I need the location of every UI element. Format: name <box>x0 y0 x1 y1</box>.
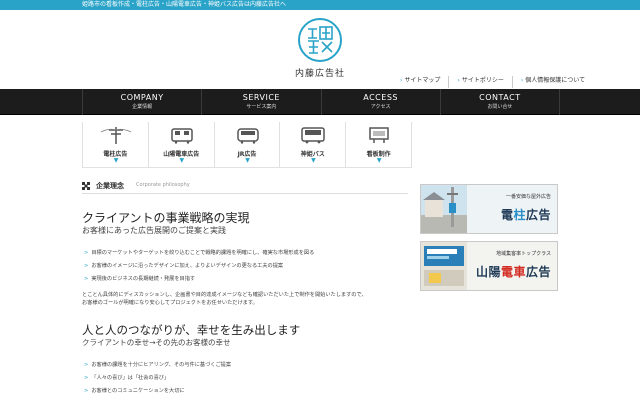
logo-glyph-icon <box>308 26 333 54</box>
top-info-bar: 姫路市の看板作成・電柱広告・山陽電車広告・神姫バス広告は内藤広告社へ <box>0 0 640 10</box>
arrow-right-icon: > <box>84 375 89 381</box>
chevron-right-icon: › <box>520 77 524 84</box>
service-nav-sanyo-train[interactable]: 山陽電車広告 ▼ <box>147 122 214 167</box>
arrow-right-icon: > <box>84 362 89 368</box>
list-item: > お客様とのコミュニケーションを大切に <box>84 388 185 394</box>
global-nav: COMPANY 企業情報 SERVICE サービス案内 ACCESS アクセス … <box>0 89 640 115</box>
section-mark-icon <box>82 182 90 190</box>
subheading-primary: お客様にあった広告展開のご提案と実践 <box>82 226 226 235</box>
banner-photo-train-interior <box>421 242 467 290</box>
nav-service[interactable]: SERVICE サービス案内 <box>201 89 320 115</box>
nav-access[interactable]: ACCESS アクセス <box>320 89 440 115</box>
site-logo[interactable]: 内藤広告社 <box>290 18 350 80</box>
service-nav-jr[interactable]: JR広告 ▼ <box>213 122 280 167</box>
utility-pole-icon <box>100 127 132 144</box>
list-item: > お客様の課題を十分にヒアリング、その与件に基づくご提案 <box>84 362 232 368</box>
utility-links: › サイトマップ › サイトポリシー › 個人情報保護について <box>392 76 593 88</box>
chevron-down-icon: ▼ <box>245 157 250 164</box>
top-info-text: 姫路市の看板作成・電柱広告・山陽電車広告・神姫バス広告は内藤広告社へ <box>82 1 287 8</box>
util-link-privacy[interactable]: › 個人情報保護について <box>511 76 593 88</box>
subheading-secondary: クライアントの幸せ→その先のお客様の幸せ <box>82 338 231 347</box>
util-link-sitepolicy[interactable]: › サイトポリシー <box>448 76 511 88</box>
service-nav: 電柱広告 ▼ 山陽電車広告 ▼ JR広告 ▼ 神姫バス ▼ 看板制作 ▼ <box>82 122 412 168</box>
section-header: 企業理念 Corporate philosophy <box>82 180 408 194</box>
signboard-icon <box>369 127 389 143</box>
chevron-down-icon: ▼ <box>311 157 316 164</box>
nav-contact[interactable]: CONTACT お問い合せ <box>439 89 560 115</box>
arrow-right-icon: > <box>84 250 89 256</box>
banner-sanyo-train-title: 山陽電車広告 <box>475 265 551 279</box>
service-nav-utility-pole[interactable]: 電柱広告 ▼ <box>82 122 148 167</box>
heading-secondary: 人と人のつながりが、幸せを生み出します <box>82 323 301 337</box>
list-item: > 「人々の喜び」は「社会の喜び」 <box>84 375 170 381</box>
arrow-right-icon: > <box>84 388 89 394</box>
list-item: > お客様のイメージに沿ったデザインに加え、よりよいデザインの更なる工夫の提案 <box>84 263 284 269</box>
section-title: 企業理念 <box>96 182 124 190</box>
banner-sanyo-train-ad[interactable]: 地域集客率トップクラス 山陽電車広告 <box>420 241 558 291</box>
bus-icon <box>301 127 326 144</box>
chevron-down-icon: ▼ <box>179 157 185 164</box>
section-title-en: Corporate philosophy <box>136 182 190 188</box>
banner-utility-pole-title: 電柱広告 <box>500 208 551 222</box>
chevron-down-icon: ▼ <box>376 157 382 164</box>
philosophy-list: > 目標のマーケットやターゲットを絞り込むことで戦略的課題を明確にし、確実な市場形… <box>84 247 314 286</box>
logo-mark <box>298 18 342 62</box>
arrow-right-icon: > <box>84 263 89 269</box>
banner-photo-street <box>421 185 467 233</box>
chevron-right-icon: › <box>457 77 460 84</box>
service-nav-shinki-bus[interactable]: 神姫バス ▼ <box>279 122 345 167</box>
nav-company[interactable]: COMPANY 企業情報 <box>82 89 201 115</box>
banner-sanyo-train-tagline: 地域集客率トップクラス <box>496 251 551 257</box>
chevron-right-icon: › <box>400 77 403 84</box>
chevron-down-icon: ▼ <box>113 157 119 164</box>
list-item: > 実現後のビジネスの長期継続・発展を目指す <box>84 276 196 282</box>
happiness-list: > お客様の課題を十分にヒアリング、その与件に基づくご提案 > 「人々の喜び」は「社… <box>84 359 231 398</box>
heading-primary: クライアントの事業戦略の実現 <box>82 211 250 225</box>
philosophy-paragraph: とことん具体的にディスカッションし、企画書や目的達成イメージなども確認いただいた… <box>82 292 367 306</box>
banner-utility-pole-tagline: 一番安価な屋外広告 <box>505 194 551 200</box>
banner-utility-pole-ad[interactable]: 一番安価な屋外広告 電柱広告 <box>420 184 558 234</box>
company-name: 内藤広告社 <box>294 69 345 79</box>
train-icon <box>236 128 259 144</box>
train-icon <box>171 128 193 144</box>
util-link-sitemap[interactable]: › サイトマップ <box>392 76 448 88</box>
list-item: > 目標のマーケットやターゲットを絞り込むことで戦略的課題を明確にし、確実な市場形… <box>84 250 315 256</box>
service-nav-signboard[interactable]: 看板制作 ▼ <box>345 122 412 167</box>
arrow-right-icon: > <box>84 276 89 282</box>
